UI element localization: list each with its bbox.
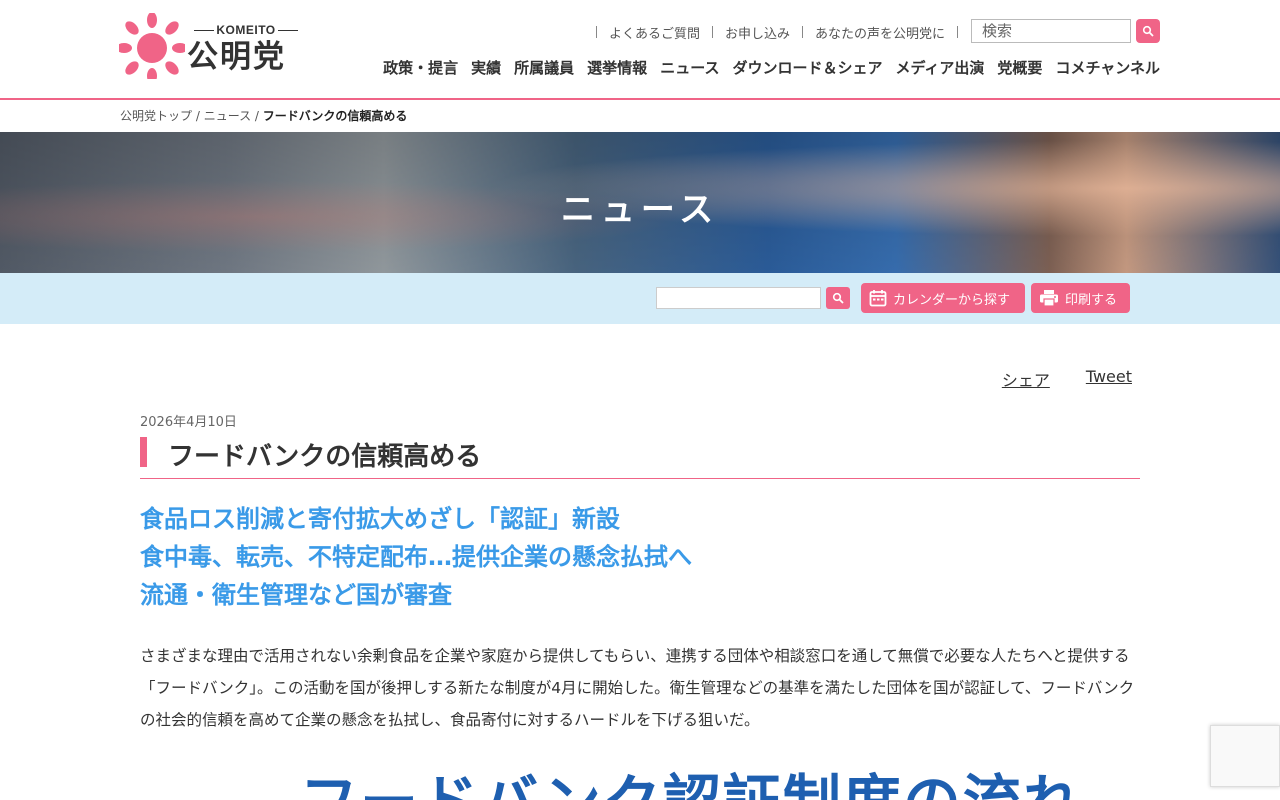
subhead-2: 食中毒、転売、不特定配布…提供企業の懸念払拭へ [140,543,692,571]
apply-link[interactable]: お申し込み [725,23,790,42]
nav-news[interactable]: ニュース [660,57,719,78]
sun-logo-icon [119,13,185,79]
calendar-icon [869,290,887,307]
tweet-link[interactable]: Tweet [1086,367,1132,391]
figure-title-image-text: フードバンク認証制度の流れ [300,755,1083,800]
breadcrumb: 公明党トップ / ニュース / フードバンクの信頼高める [120,109,408,123]
print-button[interactable]: 印刷する [1031,283,1130,313]
hero-banner: ニュース [0,132,1280,273]
printer-icon [1040,290,1058,307]
hero-title: ニュース [560,190,720,230]
search-icon [1142,25,1154,37]
article-subheads: 食品ロス削減と寄付拡大めざし「認証」新設 食中毒、転売、不特定配布…提供企業の懸… [140,500,692,614]
faq-link[interactable]: よくあるご質問 [609,23,700,42]
calendar-search-button[interactable]: カレンダーから探す [861,283,1025,313]
breadcrumb-home[interactable]: 公明党トップ [120,109,192,123]
news-toolbar: カレンダーから探す 印刷する [0,273,1280,324]
logo-english: KOMEITO [187,23,305,37]
komeito-logo[interactable]: KOMEITO 公明党 [119,13,309,81]
facebook-share-link[interactable]: シェア [1002,367,1050,391]
subhead-1: 食品ロス削減と寄付拡大めざし「認証」新設 [140,505,620,533]
nav-download[interactable]: ダウンロード＆シェア [732,57,882,78]
site-search-input[interactable]: 検索 [971,19,1131,43]
nav-policy[interactable]: 政策・提言 [383,57,458,78]
recaptcha-badge[interactable] [1210,725,1280,787]
search-icon [832,292,844,304]
site-header: KOMEITO 公明党 よくあるご質問 お申し込み あなたの声を公明党に 検索 … [0,0,1280,100]
utility-links: よくあるご質問 お申し込み あなたの声を公明党に [584,22,970,42]
nav-members[interactable]: 所属議員 [514,57,574,78]
nav-media[interactable]: メディア出演 [895,57,984,78]
article-title: フードバンクの信頼高める [168,442,482,472]
nav-about[interactable]: 党概要 [997,57,1042,78]
subhead-3: 流通・衛生管理など国が審査 [140,581,452,609]
article-date: 2026年4月10日 [140,415,237,430]
global-nav: 政策・提言 実績 所属議員 選挙情報 ニュース ダウンロード＆シェア メディア出… [370,57,1160,78]
nav-achievements[interactable]: 実績 [471,57,501,78]
breadcrumb-news[interactable]: ニュース [204,109,251,123]
nav-election[interactable]: 選挙情報 [587,57,647,78]
title-accent-bar [140,437,147,467]
article-title-block: フードバンクの信頼高める [140,437,1140,479]
article-lead-paragraph: さまざまな理由で活用されない余剰食品を企業や家庭から提供してもらい、連携する団体… [140,647,1135,729]
logo-japanese: 公明党 [187,39,286,75]
voice-link[interactable]: あなたの声を公明党に [815,23,945,42]
nav-channel[interactable]: コメチャンネル [1055,57,1160,78]
share-links: シェア Tweet [1002,367,1132,391]
print-button-label: 印刷する [1065,292,1118,308]
calendar-button-label: カレンダーから探す [893,292,1011,308]
news-search-input[interactable] [656,287,821,309]
news-search-button[interactable] [826,287,850,309]
site-search-button[interactable] [1136,19,1160,43]
breadcrumb-current: フードバンクの信頼高める [262,109,408,123]
